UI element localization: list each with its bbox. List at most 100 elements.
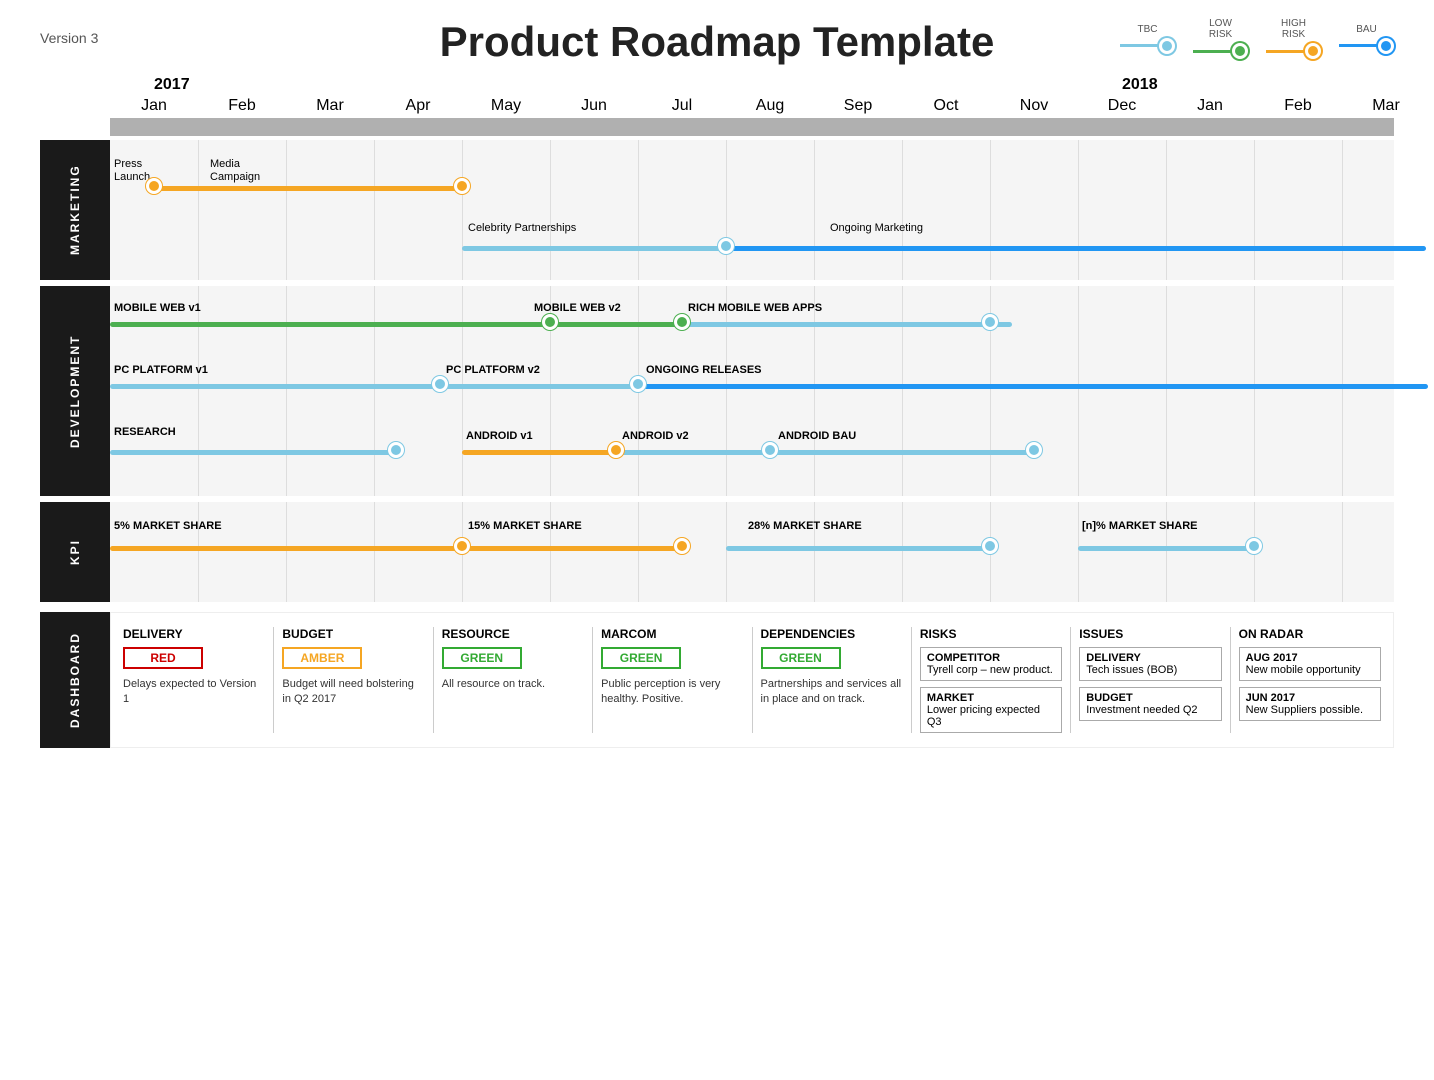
resource-badge: GREEN [442, 647, 522, 669]
month-spacer-3 [418, 76, 506, 94]
kpi-section: KPI 5% MARKET SHARE [40, 502, 1394, 602]
risk-2-text: Lower pricing expected Q3 [927, 704, 1055, 728]
dev-track-2: PC PLATFORM v1 PC PLATFORM v2 ONGOING RE… [110, 362, 1394, 402]
month-jan-2017: Jan [110, 94, 198, 118]
legend-tbc: TBC [1120, 24, 1175, 54]
year-2017: 2017 [154, 76, 242, 94]
risks-title: RISKS [920, 627, 1062, 641]
divider-5 [911, 627, 912, 733]
issue-item-2: BUDGET Investment needed Q2 [1079, 687, 1221, 721]
kpi-5pct-dot [454, 538, 470, 554]
kpi-15pct-dot [674, 538, 690, 554]
month-spacer-13 [1386, 76, 1434, 94]
month-spacer-2 [330, 76, 418, 94]
divider-3 [592, 627, 593, 733]
month-jan-2018: Jan [1166, 94, 1254, 118]
dashboard-section: DASHBOARD DELIVERY RED Delays expected t… [40, 612, 1394, 748]
kpi-npct-dot [1246, 538, 1262, 554]
celebrity-dot [718, 238, 734, 254]
kpi-28pct-label: 28% MARKET SHARE [748, 520, 862, 532]
radar-1-date: AUG 2017 [1246, 652, 1374, 664]
mobile-web-v2-label: MOBILE WEB v2 [534, 302, 621, 314]
low-risk-dot [1232, 43, 1248, 59]
month-spacer-1 [242, 76, 330, 94]
on-radar-col: ON RADAR AUG 2017 New mobile opportunity… [1239, 627, 1381, 733]
bau-dot [1378, 38, 1394, 54]
radar-item-2: JUN 2017 New Suppliers possible. [1239, 687, 1381, 721]
mobile-web-v1-dot [542, 314, 558, 330]
radar-2-text: New Suppliers possible. [1246, 704, 1374, 716]
android-v1-bar [462, 450, 616, 455]
radar-item-1: AUG 2017 New mobile opportunity [1239, 647, 1381, 681]
development-content: MOBILE WEB v1 MOBILE WEB v2 RICH MOBILE … [110, 286, 1394, 496]
mobile-web-v2-dot [674, 314, 690, 330]
issue-1-title: DELIVERY [1086, 652, 1214, 664]
risks-col: RISKS COMPETITOR Tyrell corp – new produ… [920, 627, 1062, 733]
risk-1-title: COMPETITOR [927, 652, 1055, 664]
issues-title: ISSUES [1079, 627, 1221, 641]
issue-item-1: DELIVERY Tech issues (BOB) [1079, 647, 1221, 681]
android-v2-bar [616, 450, 770, 455]
month-feb-2018: Feb [1254, 94, 1342, 118]
android-v2-dot [762, 442, 778, 458]
resource-col: RESOURCE GREEN All resource on track. [442, 627, 584, 733]
timeline-spacer [40, 76, 110, 118]
legend-low-risk: LOWRISK [1193, 18, 1248, 59]
marketing-section: MARKETING PressLaunch [40, 140, 1394, 280]
issue-2-title: BUDGET [1086, 692, 1214, 704]
sep3 [40, 602, 1394, 612]
rich-mobile-bar [682, 322, 1012, 327]
rich-mobile-label: RICH MOBILE WEB APPS [688, 302, 822, 314]
research-dot [388, 442, 404, 458]
version-label: Version 3 [40, 30, 98, 46]
dev-track-1: MOBILE WEB v1 MOBILE WEB v2 RICH MOBILE … [110, 300, 1394, 340]
month-may-2017: May [462, 94, 550, 118]
legend-low-risk-label: LOWRISK [1209, 18, 1232, 40]
pc-v1-label: PC PLATFORM v1 [114, 364, 208, 376]
legend-high-risk-label: HIGHRISK [1281, 18, 1306, 40]
month-mar-2018: Mar [1342, 94, 1430, 118]
month-spacer-6 [682, 76, 770, 94]
dependencies-badge: GREEN [761, 647, 841, 669]
divider-7 [1230, 627, 1231, 733]
press-launch-label: PressLaunch [114, 158, 150, 184]
pc-v2-label: PC PLATFORM v2 [446, 364, 540, 376]
month-mar-2017: Mar [286, 94, 374, 118]
kpi-label: KPI [40, 502, 110, 602]
pc-v2-dot [630, 376, 646, 392]
media-campaign-bar [154, 186, 462, 191]
marketing-label: MARKETING [40, 140, 110, 280]
dev-track-3: RESEARCH ANDROID v1 ANDROID v2 ANDROID B… [110, 424, 1394, 484]
android-bau-dot [1026, 442, 1042, 458]
press-launch-dot [146, 178, 162, 194]
android-bau-label: ANDROID BAU [778, 430, 856, 442]
dashboard-label: DASHBOARD [40, 612, 110, 748]
year-2018: 2018 [1122, 76, 1210, 94]
resource-text: All resource on track. [442, 677, 584, 692]
marcom-title: MARCOM [601, 627, 743, 641]
month-spacer-10 [1034, 76, 1122, 94]
divider-2 [433, 627, 434, 733]
delivery-col: DELIVERY RED Delays expected to Version … [123, 627, 265, 733]
delivery-text: Delays expected to Version 1 [123, 677, 265, 708]
legend-tbc-label: TBC [1138, 24, 1158, 35]
research-bar [110, 450, 396, 455]
header: Version 3 Product Roadmap Template TBC L… [0, 0, 1434, 76]
risk-item-1: COMPETITOR Tyrell corp – new product. [920, 647, 1062, 681]
pc-v1-bar [110, 384, 638, 389]
risk-2-title: MARKET [927, 692, 1055, 704]
kpi-5pct-label: 5% MARKET SHARE [114, 520, 222, 532]
issue-2-text: Investment needed Q2 [1086, 704, 1214, 716]
kpi-npct-label: [n]% MARKET SHARE [1082, 520, 1198, 532]
kpi-5pct-bar [110, 546, 462, 551]
budget-title: BUDGET [282, 627, 424, 641]
marketing-track-2: Celebrity Partnerships Ongoing Marketing [110, 218, 1394, 268]
pc-v1-dot [432, 376, 448, 392]
kpi-28pct-dot [982, 538, 998, 554]
legend: TBC LOWRISK HIGHRISK BAU [1120, 18, 1394, 59]
month-dec-2017: Dec [1078, 94, 1166, 118]
divider-6 [1070, 627, 1071, 733]
mobile-web-v1-label: MOBILE WEB v1 [114, 302, 201, 314]
issue-1-text: Tech issues (BOB) [1086, 664, 1214, 676]
ongoing-marketing-bar [726, 246, 1426, 251]
